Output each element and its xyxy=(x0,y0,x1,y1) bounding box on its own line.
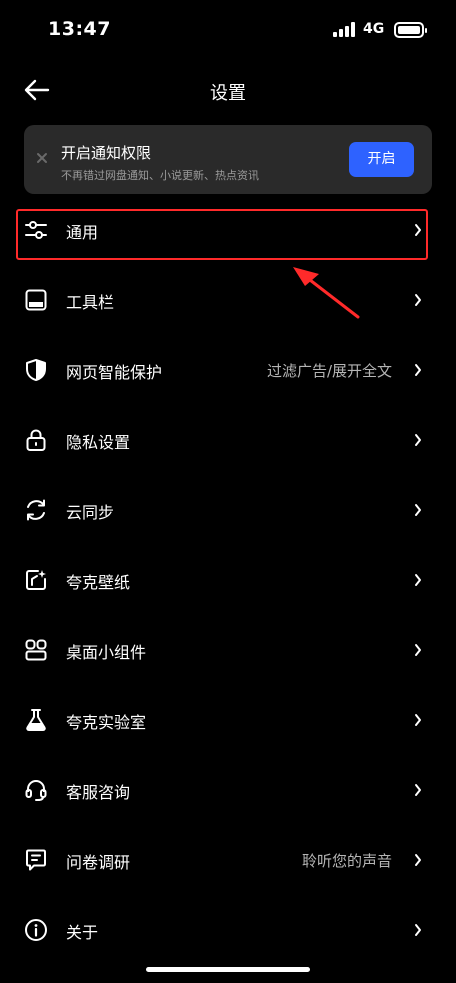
info-icon xyxy=(25,919,47,941)
setting-label: 问卷调研 xyxy=(66,853,131,872)
setting-item-general[interactable]: 通用 xyxy=(0,195,456,265)
setting-label: 夸克实验室 xyxy=(66,713,147,732)
settings-list: 通用 工具栏 网页智能保护 过滤广告/展开全文 隐私设置 云同步 夸克壁纸 桌面… xyxy=(0,195,456,965)
chevron-right-icon xyxy=(415,434,421,446)
sync-icon xyxy=(27,499,45,521)
setting-value: 聆听您的声音 xyxy=(301,852,392,870)
banner-subtitle: 不再错过网盘通知、小说更新、热点资讯 xyxy=(61,169,259,182)
setting-item-about[interactable]: 关于 xyxy=(0,895,456,965)
setting-item-web-protection[interactable]: 网页智能保护 过滤广告/展开全文 xyxy=(0,335,456,405)
page-title: 设置 xyxy=(210,83,246,104)
setting-label: 通用 xyxy=(66,223,99,242)
status-bar: 13:47 4G xyxy=(0,0,456,60)
banner-title: 开启通知权限 xyxy=(61,144,152,162)
setting-item-cloud-sync[interactable]: 云同步 xyxy=(0,475,456,545)
widgets-icon xyxy=(25,639,47,661)
setting-item-wallpaper[interactable]: 夸克壁纸 xyxy=(0,545,456,615)
enable-notification-button[interactable]: 开启 xyxy=(349,142,414,177)
chevron-right-icon xyxy=(415,854,421,866)
chevron-right-icon xyxy=(415,784,421,796)
setting-label: 网页智能保护 xyxy=(66,363,163,382)
lock-icon xyxy=(26,429,46,451)
setting-item-toolbar[interactable]: 工具栏 xyxy=(0,265,456,335)
flask-icon xyxy=(26,709,46,731)
nav-bar: 设置 xyxy=(0,70,456,110)
close-icon[interactable] xyxy=(35,151,49,165)
setting-value: 过滤广告/展开全文 xyxy=(266,362,392,380)
home-indicator[interactable] xyxy=(146,967,310,972)
setting-label: 工具栏 xyxy=(66,293,115,312)
survey-icon xyxy=(26,849,46,871)
notification-banner: 开启通知权限 不再错过网盘通知、小说更新、热点资讯 开启 xyxy=(24,125,432,194)
chevron-right-icon xyxy=(415,924,421,936)
battery-icon xyxy=(394,22,427,38)
headset-icon xyxy=(25,779,47,801)
status-time: 13:47 xyxy=(48,18,111,40)
setting-label: 关于 xyxy=(66,923,99,942)
signal-icon xyxy=(333,22,357,37)
network-type: 4G xyxy=(363,21,385,37)
setting-item-widgets[interactable]: 桌面小组件 xyxy=(0,615,456,685)
setting-label: 云同步 xyxy=(66,503,115,522)
setting-label: 隐私设置 xyxy=(66,433,131,452)
toolbar-icon xyxy=(25,289,47,311)
setting-item-customer-service[interactable]: 客服咨询 xyxy=(0,755,456,825)
setting-label: 夸克壁纸 xyxy=(66,573,131,592)
wallpaper-icon xyxy=(26,570,46,590)
setting-label: 客服咨询 xyxy=(66,783,131,802)
setting-item-survey[interactable]: 问卷调研 聆听您的声音 xyxy=(0,825,456,895)
chevron-right-icon xyxy=(415,224,421,236)
chevron-right-icon xyxy=(415,644,421,656)
chevron-right-icon xyxy=(415,364,421,376)
setting-label: 桌面小组件 xyxy=(66,643,147,662)
setting-item-privacy[interactable]: 隐私设置 xyxy=(0,405,456,475)
shield-icon xyxy=(26,359,46,381)
setting-item-lab[interactable]: 夸克实验室 xyxy=(0,685,456,755)
chevron-right-icon xyxy=(415,574,421,586)
chevron-right-icon xyxy=(415,714,421,726)
chevron-right-icon xyxy=(415,504,421,516)
chevron-right-icon xyxy=(415,294,421,306)
sliders-icon xyxy=(25,221,47,239)
